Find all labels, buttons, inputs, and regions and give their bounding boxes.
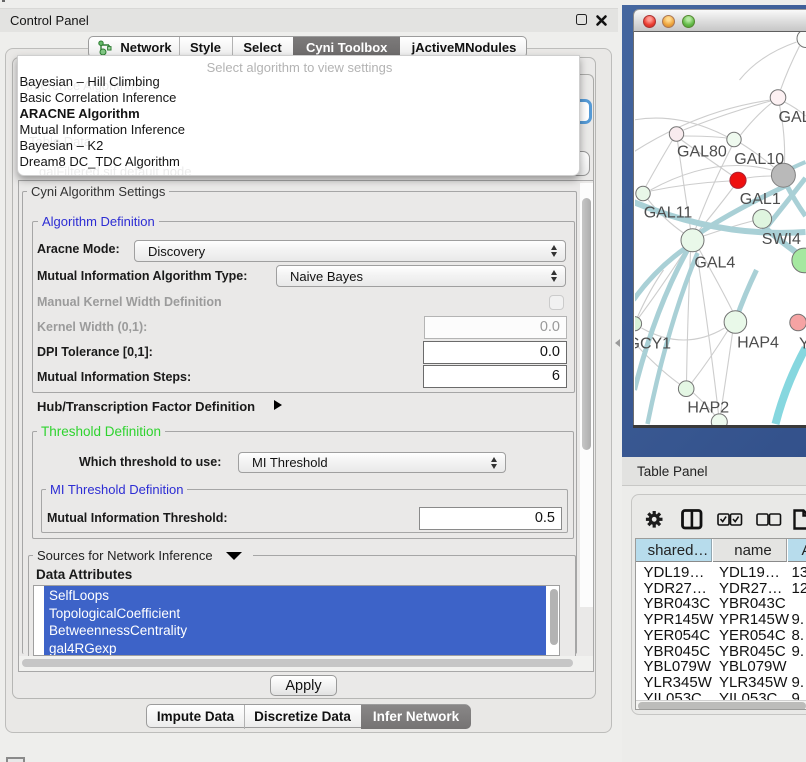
svg-text:GCY1: GCY1 [635,336,671,353]
svg-text:GAL1: GAL1 [739,191,780,208]
svg-text:GAL4: GAL4 [694,255,735,272]
svg-text:SWI4: SWI4 [761,231,800,248]
svg-text:Y: Y [799,336,806,353]
svg-text:HAP4: HAP4 [737,335,779,352]
svg-text:GAL11: GAL11 [643,205,692,222]
svg-text:GAL80: GAL80 [677,144,727,161]
svg-text:HAP2: HAP2 [687,400,729,417]
svg-text:GAL7: GAL7 [778,109,806,126]
svg-text:GAL10: GAL10 [734,151,784,168]
